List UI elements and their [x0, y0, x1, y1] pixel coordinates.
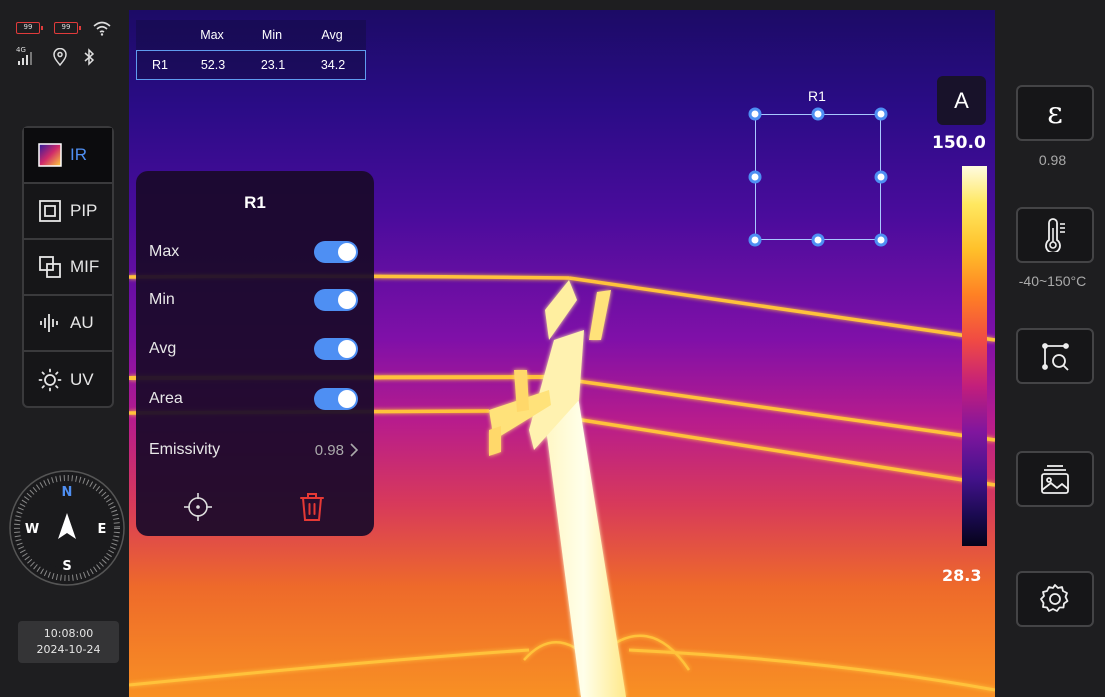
header-avg: Avg — [321, 28, 343, 42]
scale-max-value: 150.0 — [932, 133, 986, 153]
datetime-display: 10:08:00 2024-10-24 — [18, 621, 119, 663]
emissivity-display: 0.98 — [1038, 152, 1067, 168]
header-min: Min — [261, 28, 283, 42]
mode-ir-label: IR — [70, 145, 87, 164]
roi-label: R1 — [808, 88, 826, 104]
thermometer-icon — [1045, 218, 1065, 252]
compass-south: S — [62, 559, 71, 574]
temperature-range-button[interactable] — [1016, 207, 1094, 263]
date-text: 2024-10-24 — [36, 643, 101, 656]
gallery-button[interactable] — [1016, 451, 1094, 507]
mode-mif-button[interactable]: MIF — [24, 240, 112, 296]
mode-selector: IR PIP MIF AU UV — [22, 126, 114, 408]
time-text: 10:08:00 — [43, 627, 94, 640]
audio-waveform-icon — [40, 314, 58, 332]
scale-mode-button[interactable]: A — [937, 76, 986, 125]
roi-tool-button[interactable] — [1016, 328, 1094, 384]
region-measure-icon — [1042, 343, 1069, 371]
measurement-table: Max Min Avg R1 52.3 23.1 34.2 — [136, 20, 366, 80]
battery-charging-icon: 99 — [54, 22, 81, 34]
gallery-icon — [1041, 465, 1069, 494]
picture-in-picture-icon — [39, 200, 61, 222]
toggle-row-avg: Avg — [149, 336, 358, 362]
signal-label: 4G — [16, 46, 26, 54]
settings-button[interactable] — [1016, 571, 1094, 627]
emissivity-value: 0.98 — [314, 441, 344, 459]
toggle-max-switch[interactable] — [314, 241, 358, 263]
status-bar-bottom: 4G — [16, 46, 96, 66]
measurement-header-row: Max Min Avg — [136, 20, 366, 50]
toggle-min-switch[interactable] — [314, 289, 358, 311]
image-fusion-icon — [39, 256, 61, 278]
scale-min-value: 28.3 — [942, 566, 982, 585]
compass: N S W E — [9, 470, 125, 586]
mode-au-button[interactable]: AU — [24, 296, 112, 352]
chevron-right-icon — [350, 443, 358, 457]
mode-ir-button[interactable]: IR — [24, 128, 112, 184]
epsilon-icon: ε — [1047, 95, 1063, 131]
toggle-area-label: Area — [149, 390, 183, 407]
mode-au-label: AU — [70, 313, 94, 332]
delete-trash-icon[interactable] — [297, 491, 327, 523]
panel-title: R1 — [244, 193, 266, 212]
gear-icon — [1040, 584, 1069, 612]
toggle-area-switch[interactable] — [314, 388, 358, 410]
table-row[interactable]: R1 52.3 23.1 34.2 — [136, 50, 366, 80]
toggle-row-max: Max — [149, 239, 358, 265]
cellular-signal-icon: 4G — [16, 46, 38, 66]
toggle-avg-switch[interactable] — [314, 338, 358, 360]
utility-pole — [489, 280, 626, 697]
bluetooth-icon — [84, 48, 95, 66]
row-avg-value: 34.2 — [320, 58, 346, 72]
ir-image-icon — [38, 143, 62, 167]
row-name: R1 — [152, 58, 168, 72]
compass-east: E — [98, 522, 107, 537]
emissivity-button[interactable]: ε — [1016, 85, 1094, 141]
crosshair-icon[interactable] — [182, 491, 214, 523]
temperature-range-display: -40~150°C — [1018, 273, 1087, 289]
sun-uv-icon — [38, 368, 62, 392]
emissivity-row[interactable]: Emissivity 0.98 — [149, 437, 358, 463]
toggle-max-label: Max — [149, 243, 180, 260]
row-max-value: 52.3 — [200, 58, 226, 72]
header-max: Max — [200, 28, 224, 42]
wifi-icon — [93, 21, 111, 36]
mode-uv-label: UV — [70, 370, 94, 389]
status-bar-top: 99 99 — [16, 20, 112, 36]
battery-icon: 99 — [16, 22, 43, 34]
compass-west: W — [25, 522, 39, 537]
mode-mif-label: MIF — [70, 257, 100, 276]
mode-uv-button[interactable]: UV — [24, 352, 112, 408]
row-min-value: 23.1 — [260, 58, 286, 72]
compass-north: N — [62, 485, 73, 500]
toggle-min-label: Min — [149, 291, 175, 308]
location-icon — [53, 48, 67, 66]
roi-settings-panel: R1 Max Min Avg Area Emissivity 0.98 — [136, 171, 374, 536]
roi-box[interactable] — [755, 114, 881, 240]
mode-pip-label: PIP — [70, 201, 98, 220]
toggle-row-min: Min — [149, 287, 358, 313]
toggle-avg-label: Avg — [149, 340, 177, 357]
mode-pip-button[interactable]: PIP — [24, 184, 112, 240]
color-scale-bar — [962, 166, 987, 546]
emissivity-label: Emissivity — [149, 441, 221, 458]
toggle-row-area: Area — [149, 386, 358, 412]
